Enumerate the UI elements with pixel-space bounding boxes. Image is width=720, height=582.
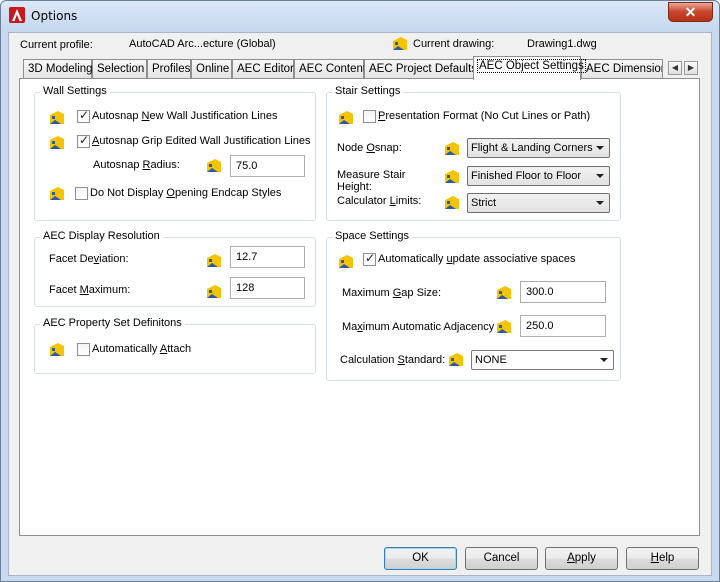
options-window: Options ✕ Current profile: AutoCAD Arc..… (0, 0, 720, 582)
auto-attach-label: Automatically Attach (92, 343, 192, 355)
node-osnap-select[interactable]: Flight & Landing Corners (467, 138, 610, 158)
drawing-icon (339, 111, 353, 124)
autosnap-radius-label: Autosnap Radius: (93, 159, 180, 171)
facet-deviation-input[interactable]: 12.7 (230, 246, 305, 268)
close-icon: ✕ (684, 4, 697, 20)
drawing-icon (50, 343, 64, 356)
tab-3d-modeling[interactable]: 3D Modeling (23, 59, 93, 79)
measure-stair-select[interactable]: Finished Floor to Floor (467, 166, 610, 186)
chevron-down-icon (600, 358, 608, 362)
facet-maximum-label: Facet Maximum: (49, 284, 131, 296)
drawing-icon (445, 196, 459, 209)
window-title: Options (31, 9, 78, 23)
tab-aec-object-settings[interactable]: AEC Object Settings (473, 56, 586, 80)
node-osnap-label: Node Osnap: (337, 142, 402, 154)
stair-settings-title: Stair Settings (332, 85, 404, 97)
measure-stair-label-1: Measure Stair (337, 169, 406, 181)
display-resolution-title: AEC Display Resolution (40, 230, 163, 242)
ok-button[interactable]: OK (384, 547, 457, 570)
calculator-limits-select[interactable]: Strict (467, 193, 610, 213)
facet-maximum-input[interactable]: 128 (230, 277, 305, 299)
drawing-icon (445, 170, 459, 183)
calculation-standard-label: Calculation Standard: (340, 354, 446, 366)
chevron-down-icon (596, 146, 604, 150)
update-spaces-label: Automatically update associative spaces (378, 253, 576, 265)
opening-endcap-checkbox[interactable] (75, 187, 88, 200)
aec-object-settings-panel: Wall Settings Autosnap New Wall Justific… (19, 78, 700, 536)
measure-stair-label-2: Height: (337, 181, 372, 193)
auto-attach-checkbox[interactable] (77, 343, 90, 356)
update-spaces-checkbox[interactable] (363, 251, 376, 266)
chevron-down-icon (596, 174, 604, 178)
cancel-button[interactable]: Cancel (465, 547, 538, 570)
tab-selection[interactable]: Selection (92, 59, 147, 79)
drawing-icon (207, 159, 221, 172)
help-button[interactable]: Help (626, 547, 699, 570)
max-gap-size-label: Maximum Gap Size: (342, 287, 442, 299)
autosnap-grip-label: Autosnap Grip Edited Wall Justification … (92, 135, 311, 147)
current-profile-value: AutoCAD Arc...ecture (Global) (129, 38, 276, 50)
tab-aec-editor[interactable]: AEC Editor (232, 59, 294, 79)
tab-profiles[interactable]: Profiles (147, 59, 191, 79)
drawing-icon (207, 285, 221, 298)
drawing-icon (207, 254, 221, 267)
current-drawing-value: Drawing1.dwg (527, 38, 597, 50)
tab-scroll-right-icon[interactable]: ▶ (684, 61, 698, 75)
calculator-limits-label: Calculator Limits: (337, 195, 422, 207)
drawing-icon (445, 142, 459, 155)
current-profile-label: Current profile: (20, 39, 93, 51)
drawing-icon (50, 111, 64, 124)
wall-settings-title: Wall Settings (40, 85, 110, 97)
tab-aec-content[interactable]: AEC Content (294, 59, 366, 79)
opening-endcap-label: Do Not Display Opening Endcap Styles (90, 187, 282, 199)
property-set-title: AEC Property Set Definitons (40, 317, 185, 329)
tab-aec-project-defaults[interactable]: AEC Project Defaults (364, 59, 477, 79)
close-button[interactable]: ✕ (668, 2, 713, 22)
space-settings-title: Space Settings (332, 230, 412, 242)
drawing-icon (50, 187, 64, 200)
tab-online[interactable]: Online (191, 59, 232, 79)
current-drawing-label: Current drawing: (413, 38, 495, 50)
drawing-icon (497, 320, 511, 333)
drawing-icon (497, 286, 511, 299)
drawing-icon (339, 255, 353, 268)
calculation-standard-select[interactable]: NONE (471, 350, 614, 370)
autosnap-grip-checkbox[interactable] (77, 133, 90, 148)
drawing-icon (50, 136, 64, 149)
autocad-logo-icon (9, 7, 25, 23)
max-adjacency-input[interactable]: 250.0 (520, 315, 606, 337)
presentation-format-checkbox[interactable] (363, 110, 376, 123)
max-gap-size-input[interactable]: 300.0 (520, 281, 606, 303)
autosnap-new-wall-checkbox[interactable] (77, 108, 90, 123)
apply-button[interactable]: Apply (545, 547, 618, 570)
title-bar[interactable]: Options ✕ (1, 1, 719, 31)
tab-aec-dimension[interactable]: AEC Dimension (581, 59, 663, 79)
facet-deviation-label: Facet Deviation: (49, 253, 129, 265)
drawing-icon (449, 353, 463, 366)
drawing-icon (393, 37, 407, 50)
autosnap-new-wall-label: Autosnap New Wall Justification Lines (92, 110, 278, 122)
max-adjacency-label: Maximum Automatic Adjacency (342, 321, 495, 333)
presentation-format-label: Presentation Format (No Cut Lines or Pat… (378, 110, 591, 122)
tab-scroll-left-icon[interactable]: ◀ (668, 61, 682, 75)
chevron-down-icon (596, 201, 604, 205)
autosnap-radius-input[interactable]: 75.0 (230, 155, 305, 177)
